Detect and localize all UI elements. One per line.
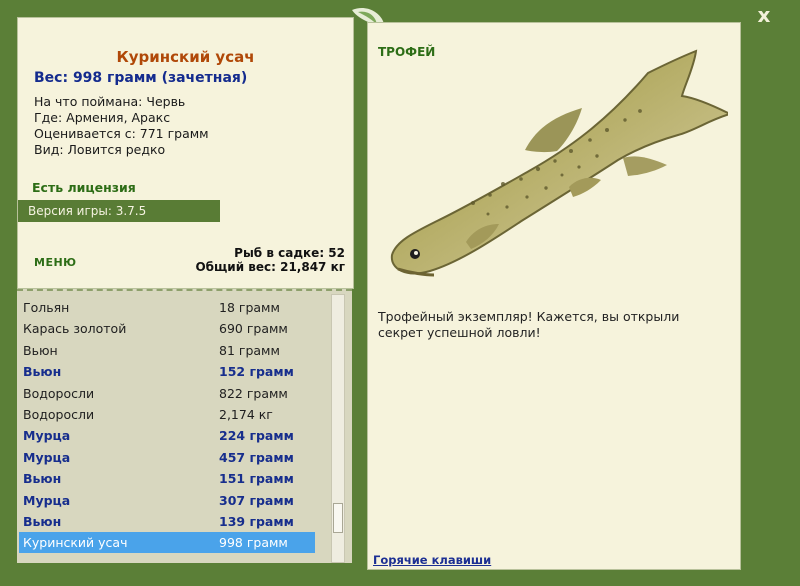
catch-name: Карась золотой xyxy=(23,321,127,337)
catch-list-item[interactable]: Гольян 18 грамм xyxy=(19,297,315,318)
total-weight: Общий вес: 21,847 кг xyxy=(195,260,345,274)
catch-name: Вьюн xyxy=(23,514,62,529)
catch-name: Вьюн xyxy=(23,364,62,380)
catch-weight: 307 грамм xyxy=(219,492,294,508)
catch-name: Водоросли xyxy=(23,407,95,422)
fish-info-panel: Куринский усач Вес: 998 грамм (зачетная)… xyxy=(17,17,354,289)
value-info: Оценивается с: 771 грамм xyxy=(34,126,209,141)
fish-weight: Вес: 998 грамм (зачетная) xyxy=(34,70,248,86)
catch-weight: 18 грамм xyxy=(219,300,280,315)
catch-weight: 152 грамм xyxy=(219,364,294,380)
catch-weight: 81 грамм xyxy=(219,342,280,358)
license-status: Есть лицензия xyxy=(32,180,136,195)
catch-name: Гольян xyxy=(23,300,70,315)
catch-list-item[interactable]: Мурца 224 грамм xyxy=(19,425,315,446)
catch-weight: 690 грамм xyxy=(219,321,288,337)
trophy-panel: ТРОФЕЙ Трофейный экземпляр! Кажется, вы … xyxy=(367,22,741,570)
close-icon[interactable]: x xyxy=(753,4,775,26)
catch-weight: 822 грамм xyxy=(219,385,288,401)
bait-info: На что поймана: Червь xyxy=(34,94,186,109)
scrollbar[interactable] xyxy=(331,294,345,563)
location-info: Где: Армения, Аракс xyxy=(34,110,171,125)
catch-list-panel: Гольян 18 грамм Карась золотой 690 грамм Вью… xyxy=(17,289,352,563)
catch-list-item[interactable]: Вьюн 139 грамм xyxy=(19,511,315,532)
catch-list-item[interactable]: Мурца 307 грамм xyxy=(19,490,315,511)
catch-list-item[interactable]: Карась золотой 690 грамм xyxy=(19,318,315,339)
catch-weight: 139 грамм xyxy=(219,514,294,529)
catch-name: Водоросли xyxy=(23,385,95,401)
catch-weight: 151 грамм xyxy=(219,471,294,487)
catch-weight: 457 грамм xyxy=(219,449,294,465)
trophy-description: Трофейный экземпляр! Кажется, вы открыли… xyxy=(378,309,680,340)
catch-name: Мурца xyxy=(23,428,71,444)
catch-name: Куринский усач xyxy=(23,535,128,551)
keepnet-stats: Рыб в садке: 52 Общий вес: 21,847 кг xyxy=(195,246,345,274)
fish-count: Рыб в садке: 52 xyxy=(234,246,345,260)
catch-name: Вьюн xyxy=(23,471,62,487)
catch-list-item[interactable]: Вьюн 81 грамм xyxy=(19,340,315,361)
barbel-fish-image xyxy=(390,49,728,277)
catch-list-item[interactable]: Вьюн 152 грамм xyxy=(19,361,315,382)
catch-weight: 224 грамм xyxy=(219,428,294,444)
scroll-thumb[interactable] xyxy=(333,503,343,533)
catch-list-item[interactable]: Водоросли 822 грамм xyxy=(19,383,315,404)
rarity-info: Вид: Ловится редко xyxy=(34,142,166,157)
catch-name: Вьюн xyxy=(23,342,58,358)
catch-weight: 998 грамм xyxy=(219,535,288,551)
catch-list-item[interactable]: Куринский усач 998 грамм xyxy=(19,532,315,554)
catch-list-item[interactable]: Водоросли 2,174 кг xyxy=(19,404,315,425)
catch-weight: 2,174 кг xyxy=(219,407,273,422)
catch-name: Мурца xyxy=(23,449,71,465)
menu-button[interactable]: МЕНЮ xyxy=(34,256,77,269)
hotkeys-link[interactable]: Горячие клавиши xyxy=(373,553,491,567)
catch-list-item[interactable]: Мурца 457 грамм xyxy=(19,447,315,468)
version-bar: Версия игры: 3.7.5 xyxy=(18,200,220,222)
catch-name: Мурца xyxy=(23,492,71,508)
fish-title: Куринский усач xyxy=(116,48,255,66)
catch-list-item[interactable]: Вьюн 151 грамм xyxy=(19,468,315,489)
